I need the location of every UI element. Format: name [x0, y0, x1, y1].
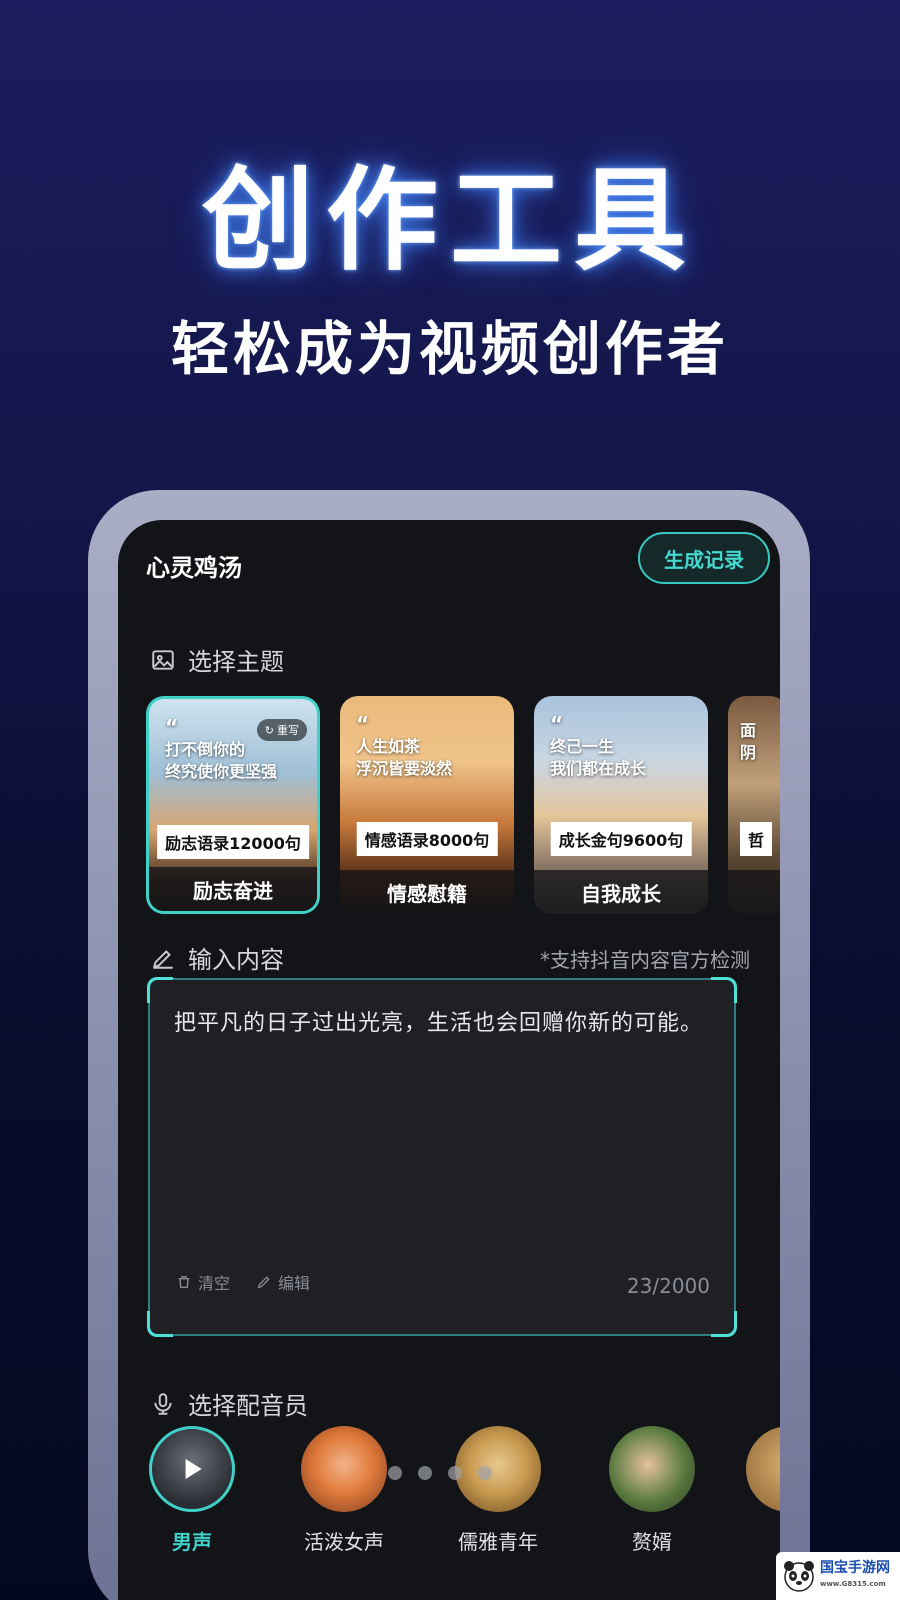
theme-quote-line1: 打不倒你的: [165, 740, 246, 759]
app-screen: 心灵鸡汤 生成记录 选择主题 ↻ 重写 “ 打不倒你的 终究使你更坚强 励志语录1…: [118, 520, 780, 1600]
pencil-icon: [257, 1276, 270, 1289]
play-icon: [185, 1459, 202, 1479]
quote-mark-icon: “: [356, 712, 370, 736]
theme-card-partial[interactable]: 面 阴 哲: [728, 696, 780, 914]
avatar: [609, 1426, 695, 1512]
content-input[interactable]: 把平凡的日子过出光亮，生活也会回赠你新的可能。 清空 编辑 23/2000: [147, 977, 737, 1337]
edit-pen-icon: [152, 949, 173, 969]
input-tools: 清空 编辑: [176, 1270, 310, 1294]
voice-section-label: 选择配音员: [188, 1392, 308, 1420]
quote-mark-icon: “: [550, 712, 564, 736]
voice-son-in-law[interactable]: 赘婿: [592, 1426, 712, 1555]
edit-button[interactable]: 编辑: [256, 1270, 310, 1294]
content-text[interactable]: 把平凡的日子过出光亮，生活也会回赠你新的可能。: [174, 1004, 710, 1044]
avatar: [301, 1426, 387, 1512]
theme-card-emotion[interactable]: “ 人生如茶 浮沉皆要淡然 情感语录8000句 情感慰籍: [340, 696, 514, 914]
avatar: [746, 1426, 780, 1512]
edit-label: 编辑: [278, 1274, 311, 1293]
theme-quote: “ 打不倒你的 终究使你更坚强: [165, 715, 307, 783]
detection-note: *支持抖音内容官方检测: [540, 948, 750, 972]
theme-quote-line2: 阴: [740, 743, 757, 762]
theme-carousel[interactable]: ↻ 重写 “ 打不倒你的 终究使你更坚强 励志语录12000句 励志奋进 “ 人生…: [146, 696, 780, 916]
theme-section-header: 选择主题: [150, 642, 284, 677]
char-count: 23/2000: [626, 1274, 710, 1298]
watermark-name: 国宝手游网: [820, 1560, 890, 1576]
voice-name: 儒雅青年: [458, 1530, 538, 1554]
panda-logo-icon: [784, 1561, 814, 1592]
theme-quote-line2: 我们都在成长: [550, 759, 647, 778]
theme-quote-line2: 终究使你更坚强: [165, 762, 278, 781]
theme-count: 哲: [740, 822, 773, 856]
theme-quote: “ 人生如茶 浮沉皆要淡然: [356, 712, 504, 780]
theme-count: 励志语录12000句: [157, 825, 309, 859]
voice-section-header: 选择配音员: [150, 1386, 308, 1421]
theme-quote-line1: 人生如茶: [356, 737, 421, 756]
input-section-label: 输入内容: [188, 946, 284, 974]
theme-card-inspire[interactable]: ↻ 重写 “ 打不倒你的 终究使你更坚强 励志语录12000句 励志奋进: [146, 696, 320, 914]
theme-section-label: 选择主题: [188, 648, 284, 676]
theme-quote: “ 终己一生 我们都在成长: [550, 712, 698, 780]
voice-list[interactable]: 男声 活泼女声 儒雅青年 赘婿: [148, 1426, 780, 1566]
voice-elegant-youth[interactable]: 儒雅青年: [438, 1426, 558, 1555]
image-icon: [152, 649, 174, 670]
history-button[interactable]: 生成记录: [638, 532, 770, 584]
quote-mark-icon: “: [165, 715, 179, 739]
corner-accent: [711, 977, 737, 1003]
theme-quote-line1: 终己一生: [550, 737, 615, 756]
theme-caption: 励志奋进: [149, 867, 317, 911]
theme-count: 成长金句9600句: [550, 822, 692, 856]
avatar: [149, 1426, 235, 1512]
app-title: 心灵鸡汤: [146, 554, 242, 582]
hero-subtitle: 轻松成为视频创作者: [170, 315, 729, 383]
carousel-dot: [448, 1466, 462, 1480]
phone-frame: 心灵鸡汤 生成记录 选择主题 ↻ 重写 “ 打不倒你的 终究使你更坚强 励志语录1…: [88, 490, 810, 1600]
voice-partial[interactable]: [746, 1426, 780, 1512]
voice-name: 男声: [172, 1530, 212, 1554]
corner-accent: [147, 1311, 173, 1337]
carousel-dot: [388, 1466, 402, 1480]
clear-button[interactable]: 清空: [176, 1270, 230, 1294]
theme-caption: 情感慰籍: [340, 870, 514, 914]
trash-icon: [178, 1276, 190, 1288]
watermark-url: www.G8315.com: [820, 1580, 886, 1588]
input-section-header: 输入内容: [150, 940, 284, 975]
carousel-dot: [478, 1466, 492, 1480]
voice-name: 活泼女声: [304, 1530, 384, 1554]
voice-name: 赘婿: [632, 1530, 672, 1554]
corner-accent: [711, 1311, 737, 1337]
theme-card-growth[interactable]: “ 终己一生 我们都在成长 成长金句9600句 自我成长: [534, 696, 708, 914]
carousel-dots: [388, 1466, 492, 1480]
theme-count: 情感语录8000句: [356, 822, 498, 856]
voice-lively-female[interactable]: 活泼女声: [284, 1426, 404, 1555]
theme-quote-line1: 面: [740, 721, 757, 740]
voice-male[interactable]: 男声: [132, 1426, 252, 1555]
theme-quote: 面 阴: [740, 716, 778, 764]
corner-accent: [147, 977, 173, 1003]
hero-title: 创作工具: [202, 156, 698, 286]
clear-label: 清空: [198, 1274, 231, 1293]
microphone-icon: [154, 1392, 172, 1415]
watermark-text: 国宝手游网 www.G8315.com: [820, 1560, 890, 1592]
theme-caption: [728, 870, 780, 914]
theme-caption: 自我成长: [534, 870, 708, 914]
carousel-dot: [418, 1466, 432, 1480]
site-watermark: 国宝手游网 www.G8315.com: [776, 1552, 900, 1600]
theme-quote-line2: 浮沉皆要淡然: [356, 759, 453, 778]
